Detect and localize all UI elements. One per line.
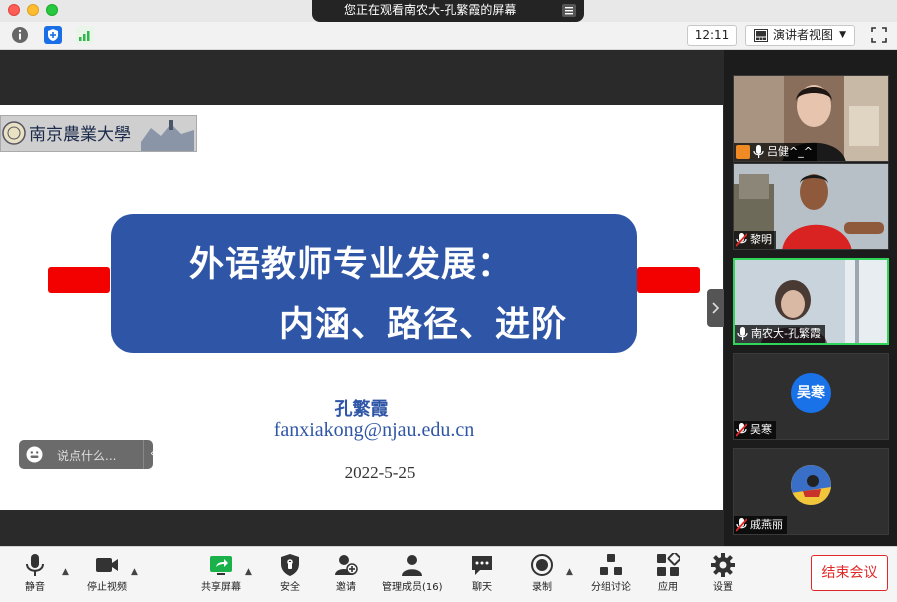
record-options-chevron-icon[interactable]: ▲ (566, 567, 573, 577)
meeting-top-toolbar: 12:11 演讲者视图 ▼ (0, 22, 897, 50)
chevron-down-icon: ▼ (839, 30, 846, 40)
emoji-icon[interactable] (26, 446, 43, 463)
minimize-window-button[interactable] (27, 4, 39, 16)
audio-options-chevron-icon[interactable]: ▲ (62, 567, 69, 577)
slide-title-line1: 外语教师专业发展： (189, 245, 514, 285)
video-camera-icon (96, 558, 118, 572)
participant-name-tag: 戚燕丽 (734, 516, 787, 534)
record-button[interactable]: 录制 (522, 547, 562, 597)
participant-tile[interactable]: 黎明 (733, 163, 889, 250)
apps-button[interactable]: 应用 (648, 547, 688, 597)
chat-input-placeholder[interactable]: 说点什么... (57, 447, 116, 464)
floating-chat-input[interactable]: 说点什么... ‹ (19, 440, 155, 469)
chat-divider (143, 440, 144, 469)
view-mode-dropdown[interactable]: 演讲者视图 ▼ (745, 25, 855, 46)
participant-avatar (791, 465, 831, 505)
stop-video-label: 停止视频 (87, 582, 127, 593)
participants-label: 管理成员(16) (382, 582, 443, 593)
breakout-rooms-button[interactable]: 分组讨论 (588, 547, 634, 597)
participant-name-tag: 南农大-孔繁霞 (735, 325, 825, 343)
end-meeting-button[interactable]: 结束会议 (811, 555, 888, 591)
shield-icon (281, 554, 299, 576)
decorative-red-bar-right (637, 267, 700, 293)
breakout-rooms-label: 分组讨论 (591, 582, 631, 593)
share-banner-text: 您正在观看南农大-孔繁霞的屏幕 (344, 3, 517, 17)
participant-tile[interactable]: 戚燕丽 (733, 448, 889, 535)
viewing-share-banner[interactable]: 您正在观看南农大-孔繁霞的屏幕 (312, 0, 584, 22)
participant-tile[interactable]: 吴寒 吴寒 (733, 353, 889, 440)
add-user-icon (335, 555, 358, 575)
participant-name: 吕健^_^ (767, 145, 813, 158)
microphone-icon (26, 554, 44, 576)
participant-name: 南农大-孔繁霞 (751, 327, 821, 340)
chat-button[interactable]: 聊天 (462, 547, 502, 597)
chat-label: 聊天 (472, 582, 492, 593)
meeting-timer: 12:11 (687, 25, 737, 46)
meeting-controls-bar: 静音 ▲ 停止视频 ▲ 共享屏幕 ▲ 安全 邀请 管理成员(16) 聊天 录制 … (0, 546, 897, 602)
share-screen-button[interactable]: 共享屏幕 (198, 547, 244, 597)
slide-title-line2: 内涵、路径、进阶 (279, 305, 568, 345)
invite-button[interactable]: 邀请 (326, 547, 366, 597)
participants-button[interactable]: 管理成员(16) (382, 547, 443, 597)
window-title-bar: 您正在观看南农大-孔繁霞的屏幕 (0, 0, 897, 22)
collapse-gallery-button[interactable] (707, 289, 724, 327)
security-label: 安全 (280, 582, 300, 593)
participant-name: 黎明 (750, 233, 772, 246)
settings-button[interactable]: 设置 (703, 547, 743, 597)
host-badge-icon (736, 145, 750, 159)
apps-label: 应用 (658, 582, 678, 593)
share-screen-label: 共享屏幕 (201, 582, 241, 593)
university-logo-image: 南京農業大學 (1, 116, 196, 151)
participants-icon (402, 555, 422, 576)
participant-name-tag: 吕健^_^ (734, 143, 817, 161)
participant-gallery: 吕健^_^ 黎明 南农大-孔繁霞 吴寒 吴寒 戚燕丽 (724, 50, 897, 546)
share-options-chevron-icon[interactable]: ▲ (245, 567, 252, 577)
video-options-chevron-icon[interactable]: ▲ (131, 567, 138, 577)
maximize-window-button[interactable] (46, 4, 58, 16)
participant-tile[interactable]: 吕健^_^ (733, 75, 889, 162)
security-button[interactable]: 安全 (270, 547, 310, 597)
shared-screen-area: 南京農業大學 外语教师专业发展： 内涵、路径、进阶 孔繁霞 fanxiakong… (0, 50, 723, 546)
slide-email: fanxiakong@njau.edu.cn (273, 419, 475, 441)
slide-title-box: 外语教师专业发展： 内涵、路径、进阶 (111, 214, 637, 353)
participant-name-tag: 黎明 (734, 231, 776, 249)
view-mode-label: 演讲者视图 (773, 28, 834, 42)
encryption-shield-icon[interactable] (44, 26, 62, 44)
collapse-chat-chevron-icon[interactable]: ‹ (150, 446, 155, 460)
microphone-icon (737, 327, 748, 340)
chevron-right-icon (712, 302, 720, 314)
university-logo-text: 南京農業大學 (29, 125, 131, 145)
mute-button[interactable]: 静音 (14, 547, 56, 597)
record-label: 录制 (532, 582, 552, 593)
participant-name: 戚燕丽 (750, 518, 783, 531)
signal-strength-icon[interactable] (76, 26, 94, 44)
microphone-muted-icon (736, 423, 747, 437)
microphone-muted-icon (736, 233, 747, 247)
participant-name: 吴寒 (750, 423, 772, 436)
stop-video-button[interactable]: 停止视频 (84, 547, 130, 597)
invite-label: 邀请 (336, 582, 356, 593)
info-icon[interactable] (11, 26, 29, 44)
chat-bubble-icon (472, 556, 492, 575)
apps-icon (657, 553, 680, 576)
university-logo: 南京農業大學 (0, 115, 197, 152)
microphone-icon (753, 145, 764, 158)
speaker-view-icon (754, 29, 768, 42)
settings-label: 设置 (713, 582, 733, 593)
slide-author: 孔繁霞 (334, 399, 389, 420)
participant-name-tag: 吴寒 (734, 421, 776, 439)
participant-avatar: 吴寒 (791, 373, 831, 413)
close-window-button[interactable] (8, 4, 20, 16)
gear-icon (711, 553, 735, 577)
breakout-rooms-icon (600, 554, 622, 575)
share-screen-icon (210, 556, 232, 575)
microphone-muted-icon (736, 518, 747, 532)
participant-tile-active[interactable]: 南农大-孔繁霞 (733, 258, 889, 345)
record-icon (531, 554, 553, 576)
fullscreen-icon[interactable] (871, 27, 887, 43)
mute-label: 静音 (25, 582, 45, 593)
decorative-red-bar-left (48, 267, 110, 293)
menu-icon[interactable] (562, 4, 576, 17)
